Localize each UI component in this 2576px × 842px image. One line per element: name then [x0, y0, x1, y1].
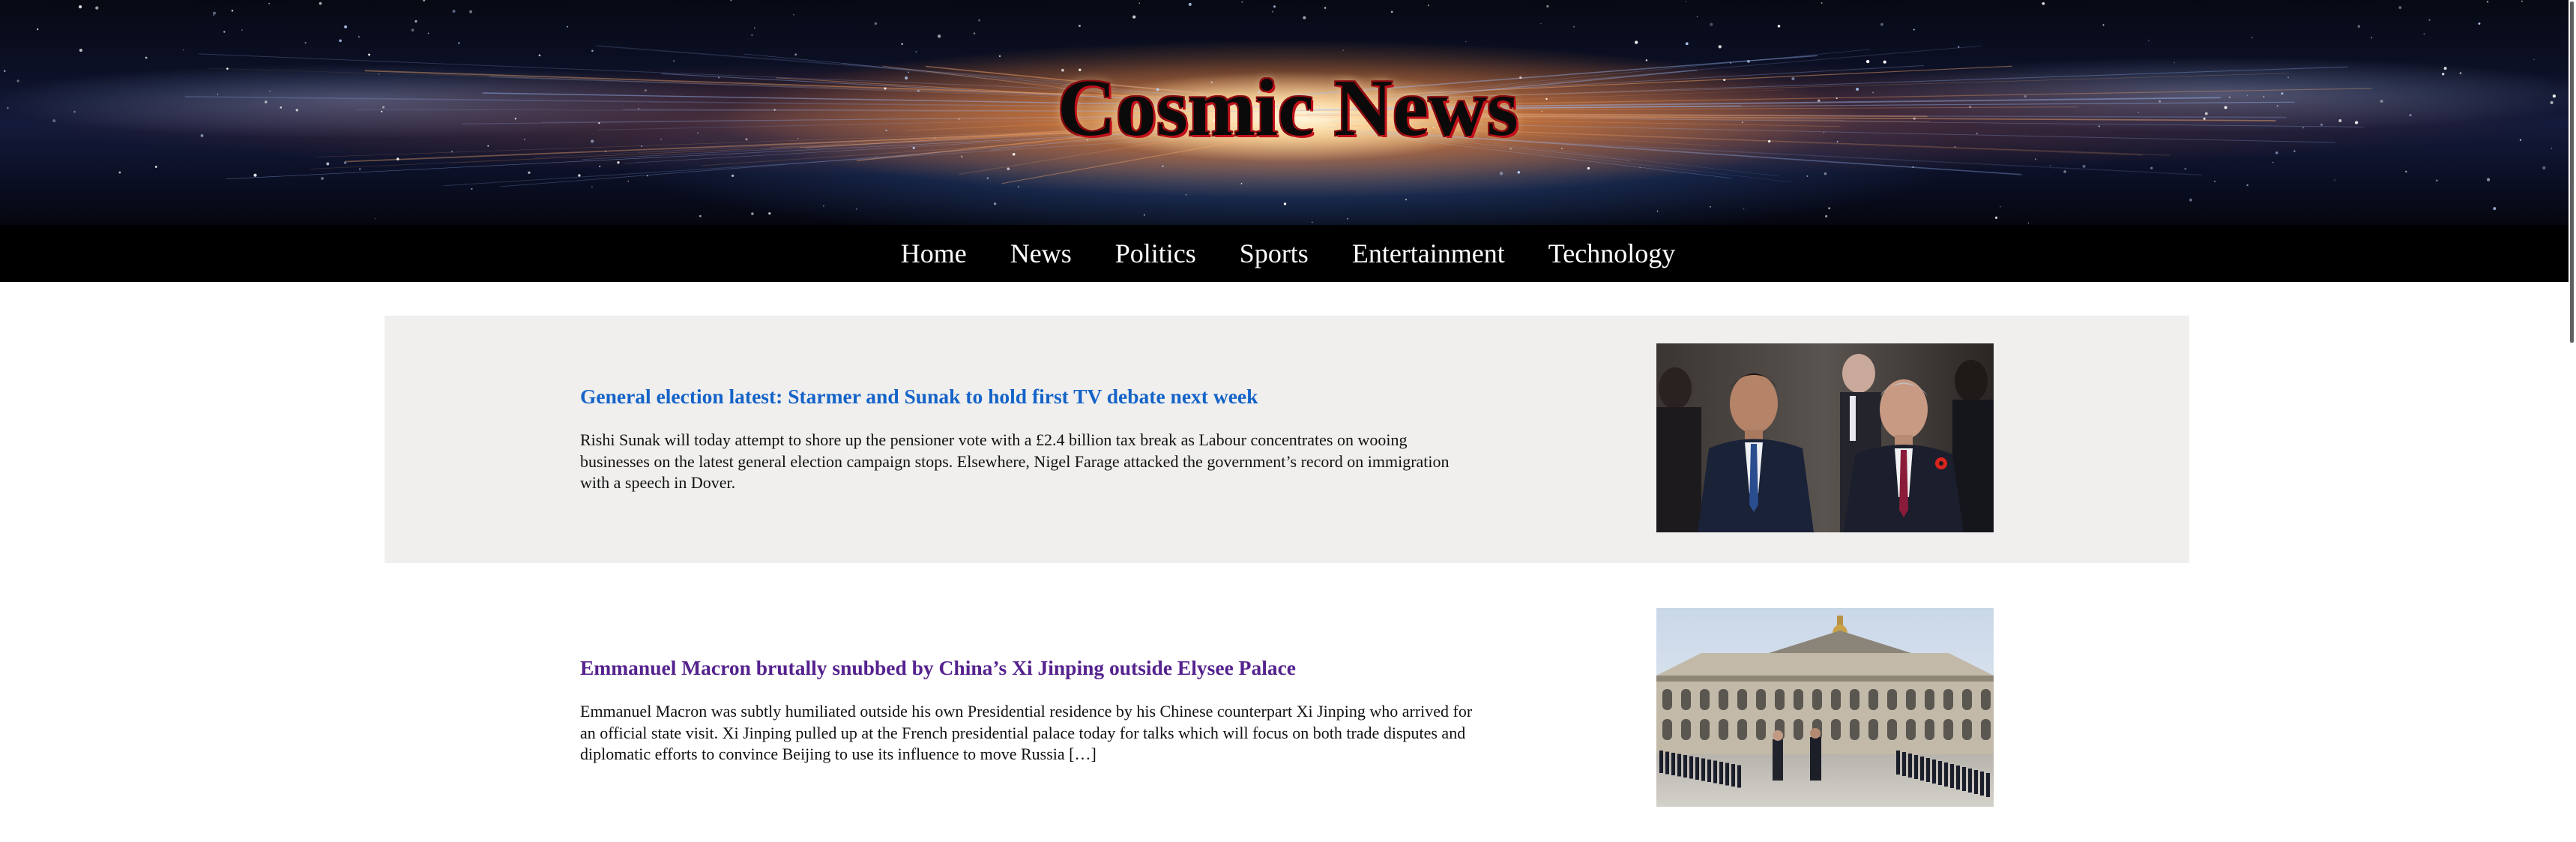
article-card-election: General election latest: Starmer and Sun… [384, 316, 2189, 563]
main-navigation: Home News Politics Sports Entertainment … [0, 225, 2576, 282]
article-summary: Rishi Sunak will today attempt to shore … [580, 430, 1450, 493]
nav-news-link[interactable]: News [1010, 238, 1072, 269]
article-headline-link[interactable]: Emmanuel Macron brutally snubbed by Chin… [580, 656, 1479, 680]
nav-technology-link[interactable]: Technology [1548, 238, 1675, 269]
article-card-macron: Emmanuel Macron brutally snubbed by Chin… [384, 583, 2189, 831]
article-text: General election latest: Starmer and Sun… [580, 316, 1479, 563]
nav-entertainment-link[interactable]: Entertainment [1352, 238, 1505, 269]
palace-courtyard-photo-image [1656, 608, 1994, 807]
site-title: Cosmic News [1058, 64, 1518, 153]
page-scrollbar-thumb[interactable] [2570, 1, 2574, 343]
article-thumbnail-politicians[interactable] [1656, 343, 1994, 532]
nav-home-link[interactable]: Home [901, 238, 967, 269]
header-banner: Cosmic News [0, 0, 2576, 225]
politicians-photo-image [1656, 343, 1994, 532]
article-summary: Emmanuel Macron was subtly humiliated ou… [580, 702, 1473, 764]
nav-sports-link[interactable]: Sports [1240, 238, 1309, 269]
article-headline-link[interactable]: General election latest: Starmer and Sun… [580, 385, 1479, 409]
nav-politics-link[interactable]: Politics [1115, 238, 1196, 269]
article-thumbnail-palace[interactable] [1656, 608, 1994, 807]
article-text: Emmanuel Macron brutally snubbed by Chin… [580, 587, 1479, 835]
